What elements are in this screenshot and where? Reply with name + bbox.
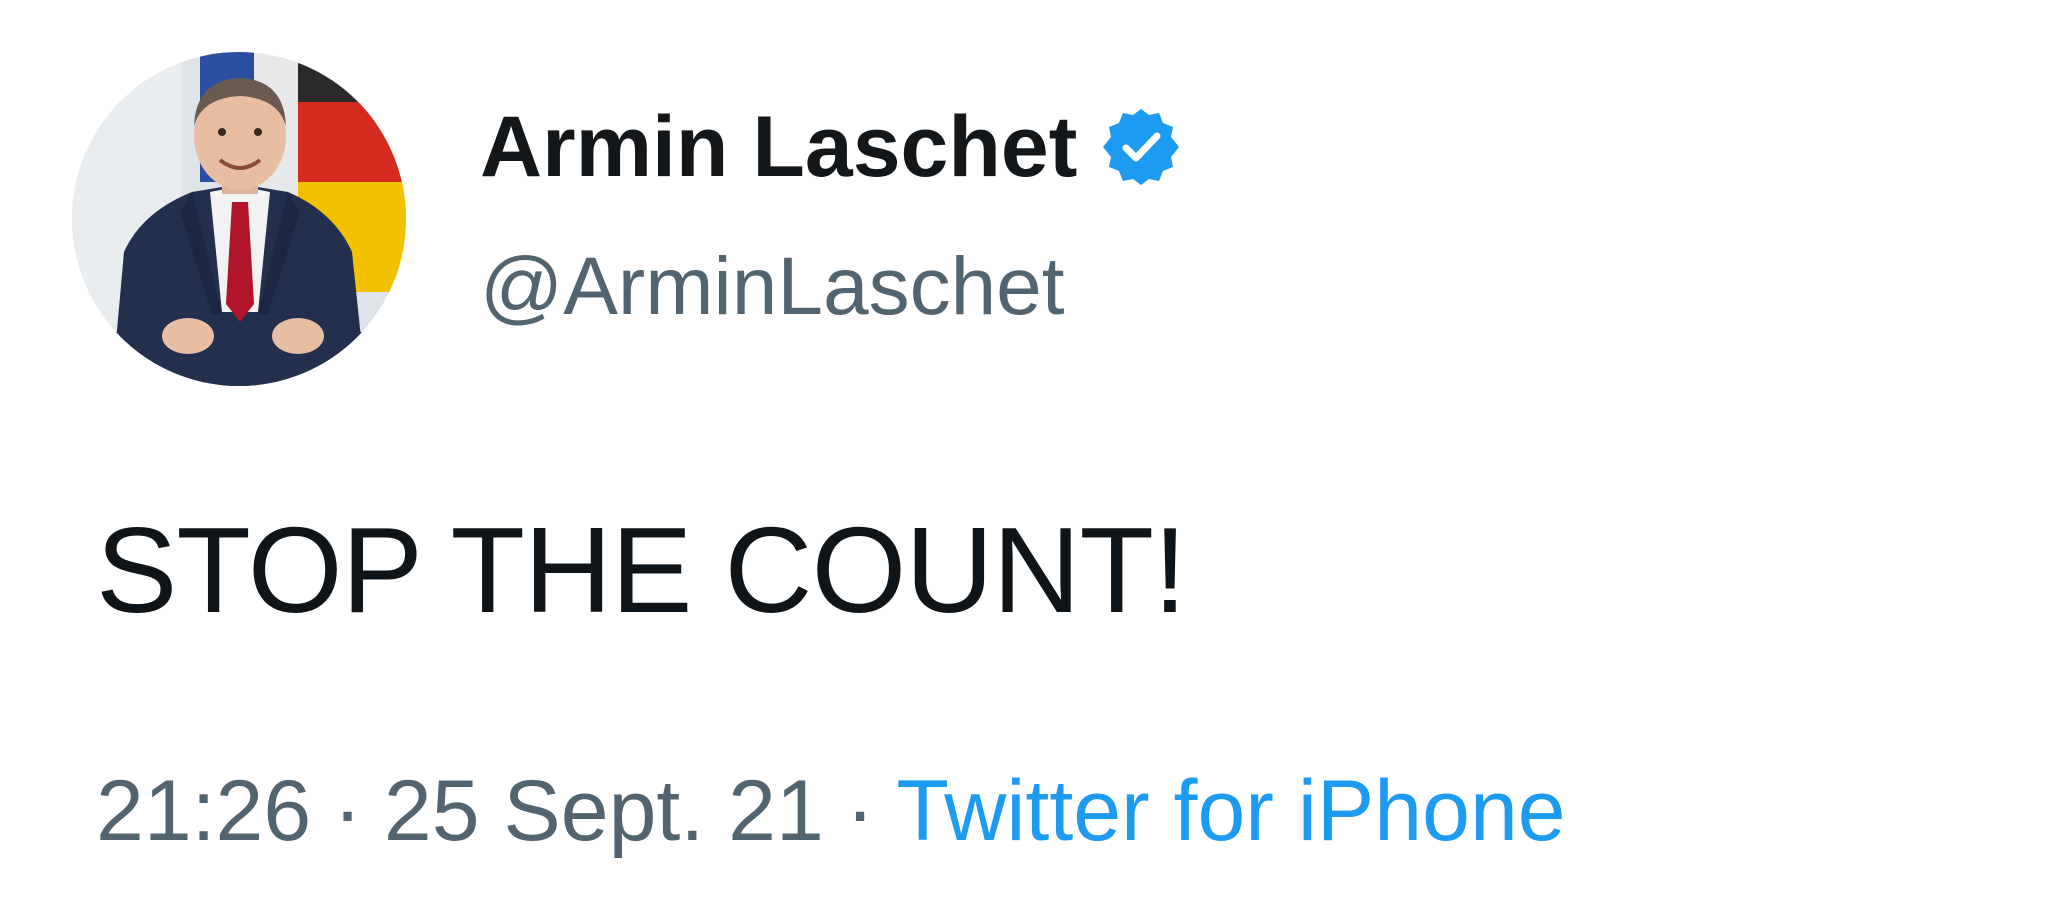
tweet-source-link[interactable]: Twitter for iPhone (896, 762, 1565, 861)
tweet-card: Armin Laschet @ArminLaschet STOP THE COU… (0, 0, 2048, 921)
author-handle[interactable]: @ArminLaschet (480, 240, 1065, 334)
tweet-text: STOP THE COUNT! (96, 502, 1187, 638)
tweet-date[interactable]: 25 Sept. 21 (384, 762, 824, 861)
tweet-time[interactable]: 21:26 (96, 762, 311, 861)
meta-separator: · (333, 763, 362, 859)
tweet-meta: 21:26 · 25 Sept. 21 · Twitter for iPhone (96, 762, 1566, 861)
avatar[interactable] (72, 52, 406, 386)
verified-badge-icon (1099, 105, 1183, 189)
author-name-row[interactable]: Armin Laschet (480, 92, 1183, 202)
meta-separator: · (845, 763, 875, 859)
profile-photo-icon (72, 52, 406, 386)
author-display-name[interactable]: Armin Laschet (480, 98, 1077, 197)
